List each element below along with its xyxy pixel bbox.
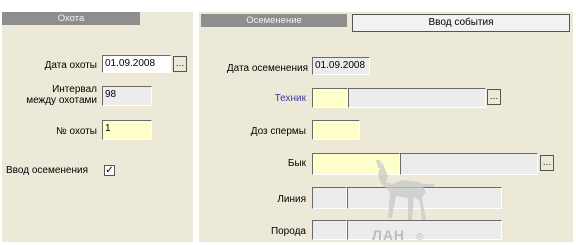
hunt-date-label: Дата охоты	[44, 60, 97, 71]
hunt-date-field[interactable]: 01.09.2008	[102, 55, 171, 73]
hunt-date-ellipsis-button[interactable]: …	[173, 56, 187, 72]
technician-label: Техник	[274, 93, 306, 104]
line-label: Линия	[277, 194, 306, 205]
bull-label: Бык	[287, 158, 306, 169]
insemination-entry-checkbox[interactable]: ✓	[104, 165, 115, 176]
sperm-doses-label: Доз спермы	[250, 126, 306, 137]
insemination-panel-header: Осеменение	[201, 14, 347, 27]
interval-label: Интервал между охотами	[26, 84, 97, 106]
technician-name-field	[348, 88, 486, 108]
line-code-field	[312, 187, 347, 209]
hunt-number-label: № охоты	[56, 126, 97, 137]
breed-label: Порода	[270, 226, 306, 237]
hunt-panel-header: Охота	[2, 12, 140, 25]
hunt-panel	[2, 12, 193, 242]
technician-code-field[interactable]	[312, 88, 348, 108]
svg-text:®: ®	[416, 232, 424, 242]
insemination-date-field: 01.09.2008	[312, 57, 370, 75]
svg-text:ЛАН: ЛАН	[372, 227, 405, 242]
sperm-doses-field[interactable]	[312, 120, 360, 140]
breed-code-field	[312, 220, 347, 240]
interval-field: 98	[102, 86, 152, 106]
deer-watermark-icon: ЛАН ®	[360, 158, 450, 245]
hunt-number-field[interactable]: 1	[102, 120, 152, 140]
technician-ellipsis-button[interactable]: …	[487, 89, 501, 105]
insemination-date-label: Дата осеменения	[226, 63, 308, 74]
insemination-entry-label: Ввод осеменения	[6, 165, 88, 176]
bull-ellipsis-button[interactable]: …	[540, 155, 554, 171]
event-entry-button[interactable]: Ввод события	[352, 14, 570, 32]
